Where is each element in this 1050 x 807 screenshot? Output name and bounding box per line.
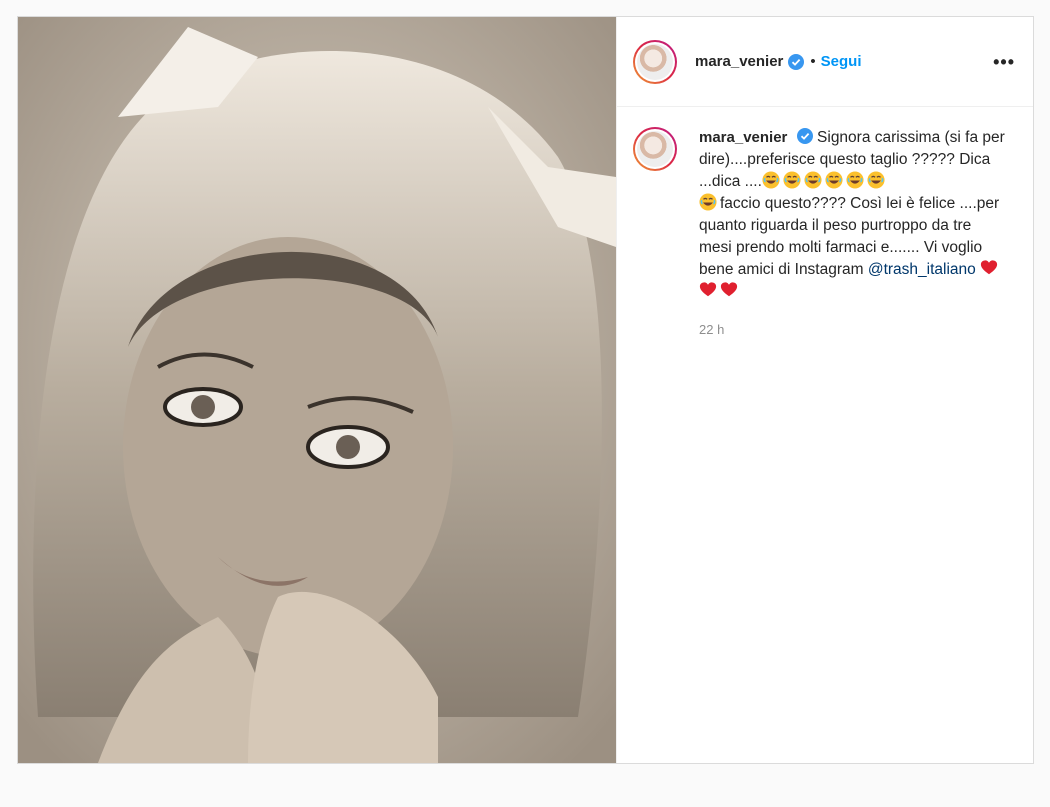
laughing-emoji-icon: [804, 171, 822, 189]
post-header: mara_venier • Segui •••: [617, 17, 1033, 107]
caption-username[interactable]: mara_venier: [699, 129, 787, 146]
caption-comment: mara_venier Signora carissima (si fa per…: [617, 107, 1033, 341]
instagram-post: mara_venier • Segui ••• mara_venier Sign…: [17, 16, 1034, 764]
photo-image: [18, 17, 616, 763]
avatar[interactable]: [633, 39, 677, 84]
separator-dot: •: [810, 53, 816, 70]
follow-button[interactable]: Segui: [821, 53, 862, 70]
laughing-emoji-icon: [699, 193, 717, 211]
laughing-emoji-icon: [867, 171, 885, 189]
caption-text: mara_venier Signora carissima (si fa per…: [699, 127, 1005, 341]
more-options-icon[interactable]: •••: [993, 53, 1015, 71]
post-sidebar: mara_venier • Segui ••• mara_venier Sign…: [616, 17, 1033, 763]
red-heart-icon: [720, 282, 738, 297]
verified-badge-icon: [788, 53, 805, 70]
laughing-emoji-icon: [825, 171, 843, 189]
red-heart-icon: [981, 260, 998, 275]
laughing-emoji-icon: [783, 171, 801, 189]
verified-badge-icon: [796, 128, 813, 144]
red-heart-icon: [699, 282, 717, 297]
mention-link[interactable]: @trash_italiano: [868, 261, 976, 278]
post-photo[interactable]: [18, 17, 616, 763]
laughing-emoji-icon: [762, 171, 780, 189]
timestamp[interactable]: 22 h: [699, 319, 1005, 341]
username[interactable]: mara_venier: [695, 53, 783, 70]
laughing-emoji-icon: [846, 171, 864, 189]
caption-avatar[interactable]: [633, 127, 677, 171]
